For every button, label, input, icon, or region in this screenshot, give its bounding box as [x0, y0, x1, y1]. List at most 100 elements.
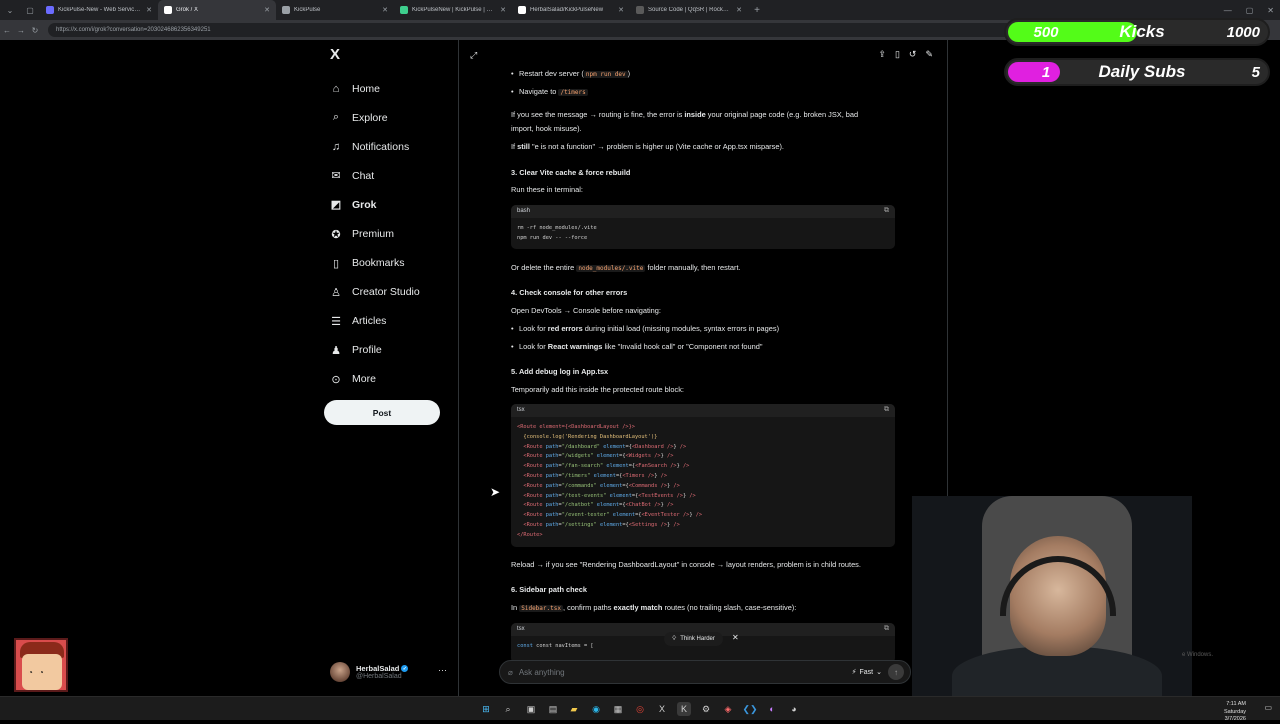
new-tab-button[interactable]: + — [748, 5, 766, 16]
copy-icon[interactable]: ⧉ — [884, 206, 889, 216]
send-button[interactable]: ↑ — [888, 664, 904, 680]
new-chat-icon[interactable]: ✎ — [925, 49, 933, 60]
minimize-button[interactable]: — — [1224, 6, 1232, 15]
tab-close-icon[interactable]: ✕ — [736, 6, 742, 14]
back-icon[interactable]: ← — [0, 26, 14, 35]
model-mode-select[interactable]: ⚡︎ Fast ⌄ — [851, 668, 882, 677]
streamer-emote-icon: ◔◔ — [14, 638, 68, 692]
account-more-icon[interactable]: ··· — [438, 665, 447, 675]
workspace-icon[interactable]: ▢ — [20, 0, 40, 20]
sidebar-item-grok[interactable]: ◩ Grok — [330, 190, 470, 219]
taskbar-search-icon[interactable]: ⌕ — [501, 702, 515, 716]
lightbulb-icon: 💡︎ — [672, 635, 677, 642]
code-line: <Route path="/settings" element={<Settin… — [523, 521, 680, 528]
tab-search-icon[interactable]: ⌄ — [0, 0, 20, 20]
copy-icon[interactable]: ⧉ — [884, 405, 889, 415]
sidebar-item-label: Chat — [352, 169, 375, 182]
browser-tab-strip: ⌄ ▢ KickPulse-New - Web Service - Re ✕ Gro… — [0, 0, 1280, 20]
bookmark-chat-icon[interactable]: ▯ — [895, 49, 900, 60]
code-body: rm -rf node_modules/.vite npm run dev -- … — [511, 218, 895, 249]
lightning-icon: ⚡︎ — [851, 669, 857, 676]
browser-tab[interactable]: KickPulse-New - Web Service - Re ✕ — [40, 0, 158, 20]
forward-icon[interactable]: → — [14, 26, 28, 35]
browser-tab[interactable]: KickPulse ✕ — [276, 0, 394, 20]
post-button[interactable]: Post — [324, 400, 440, 425]
chevron-down-icon: ⌄ — [876, 669, 882, 676]
code-block: bash ⧉ rm -rf node_modules/.vite npm run d… — [511, 205, 895, 249]
discord-icon[interactable]: ◕ — [787, 702, 801, 716]
chat-toolbar: ⇪ ▯ ↺ ✎ — [878, 49, 933, 60]
premium-icon: ✪ — [331, 228, 341, 241]
webcam-feed — [912, 496, 1192, 696]
history-icon[interactable]: ↺ — [909, 49, 917, 60]
chrome-icon[interactable]: ◎ — [633, 702, 647, 716]
sidebar-item-articles[interactable]: ☰ Articles — [330, 307, 470, 336]
sidebar-item-home[interactable]: ⌂ Home — [330, 74, 470, 103]
paragraph: Reload → if you see "Rendering Dashboard… — [511, 560, 861, 569]
inline-code: npm run dev — [583, 71, 628, 78]
notification-icon[interactable]: ▭ — [1264, 703, 1272, 712]
tab-close-icon[interactable]: ✕ — [618, 6, 624, 14]
store-icon[interactable]: ▦ — [611, 702, 625, 716]
git-icon[interactable]: ◈ — [721, 702, 735, 716]
list-item: Look for red errors during initial load … — [511, 324, 779, 335]
reload-icon[interactable]: ↻ — [28, 26, 42, 35]
tab-close-icon[interactable]: ✕ — [146, 6, 152, 14]
sidebar-item-creator-studio[interactable]: ♙ Creator Studio — [330, 278, 470, 307]
expand-icon[interactable]: ⤢ — [470, 50, 477, 61]
profile-name: HerbalSalad — [356, 664, 400, 673]
tab-favicon-icon — [282, 6, 290, 14]
code-line: <Route path="/commands" element={<Comman… — [523, 482, 680, 489]
sidebar-item-more[interactable]: ⊙ More — [330, 365, 470, 394]
think-harder-chip[interactable]: 💡︎ Think Harder — [664, 632, 723, 646]
sidebar-item-profile[interactable]: ♟ Profile — [330, 336, 470, 365]
steam-icon[interactable]: ⚙ — [699, 702, 713, 716]
sidebar-item-premium[interactable]: ✪ Premium — [330, 219, 470, 248]
close-icon[interactable]: ✕ — [732, 633, 739, 642]
copy-icon[interactable]: ⧉ — [884, 624, 889, 634]
tab-close-icon[interactable]: ✕ — [264, 6, 270, 14]
browser-tab[interactable]: KickPulseNew | KickPulse | Supab ✕ — [394, 0, 512, 20]
attach-icon[interactable]: ⌀ — [508, 668, 513, 677]
browser-tab[interactable]: HerbalSalad/KickPulseNew ✕ — [512, 0, 630, 20]
browser-tab[interactable]: Grok / X ✕ — [158, 0, 276, 20]
code-language: tsx — [517, 407, 525, 414]
file-explorer-icon[interactable]: ▰ — [567, 702, 581, 716]
paragraph: In Sidebar.tsx, confirm paths exactly ma… — [511, 603, 797, 612]
share-icon[interactable]: ⇪ — [878, 49, 886, 60]
subs-max: 5 — [1251, 63, 1260, 81]
sidebar-item-label: More — [352, 373, 376, 386]
sidebar-item-notifications[interactable]: ♫ Notifications — [330, 132, 470, 161]
url-field[interactable]: https://x.com/i/grok?conversation=203024… — [48, 23, 1048, 37]
sidebar-item-bookmarks[interactable]: ▯ Bookmarks — [330, 249, 470, 278]
tab-close-icon[interactable]: ✕ — [500, 6, 506, 14]
close-window-button[interactable]: ✕ — [1267, 6, 1274, 15]
sidebar-item-label: Articles — [352, 315, 387, 328]
edge-icon[interactable]: ◉ — [589, 702, 603, 716]
profile-icon: ♟ — [331, 344, 341, 357]
vscode-icon[interactable]: ❮❯ — [742, 702, 757, 716]
browser-tab[interactable]: Source Code | QqSR | Rocket Pow ✕ — [630, 0, 748, 20]
widgets-icon[interactable]: ▤ — [546, 702, 560, 716]
sidebar-item-label: Bookmarks — [352, 257, 405, 270]
section-heading: 4. Check console for other errors — [511, 288, 628, 297]
system-clock[interactable]: 7:11 AM Saturday 3/7/2026 — [1224, 701, 1246, 724]
ask-input[interactable] — [518, 667, 846, 677]
account-switcher[interactable]: HerbalSalad ✓ @HerbalSalad — [330, 659, 450, 685]
emote-eyes: ◔◔ — [28, 668, 50, 677]
code-block: tsx ⧉ <Route element={<DashboardLayout />… — [511, 404, 895, 547]
x-logo-icon[interactable]: X — [330, 46, 340, 63]
think-harder-label: Think Harder — [680, 636, 715, 642]
sidebar-item-explore[interactable]: ⌕ Explore — [330, 103, 470, 132]
articles-icon: ☰ — [331, 315, 341, 328]
start-icon[interactable]: ⊞ — [479, 702, 493, 716]
maximize-button[interactable]: ▢ — [1246, 6, 1254, 15]
task-view-icon[interactable]: ▣ — [524, 702, 538, 716]
paragraph: Open DevTools → Console before navigatin… — [511, 306, 661, 315]
sidebar-item-chat[interactable]: ✉ Chat — [330, 161, 470, 190]
list-item: Restart dev server (npm run dev) — [511, 69, 630, 80]
x-app-icon[interactable]: X — [655, 702, 669, 716]
kick-app-icon[interactable]: K — [677, 702, 691, 716]
tab-close-icon[interactable]: ✕ — [382, 6, 388, 14]
obs-icon[interactable]: ◐ — [765, 702, 779, 716]
